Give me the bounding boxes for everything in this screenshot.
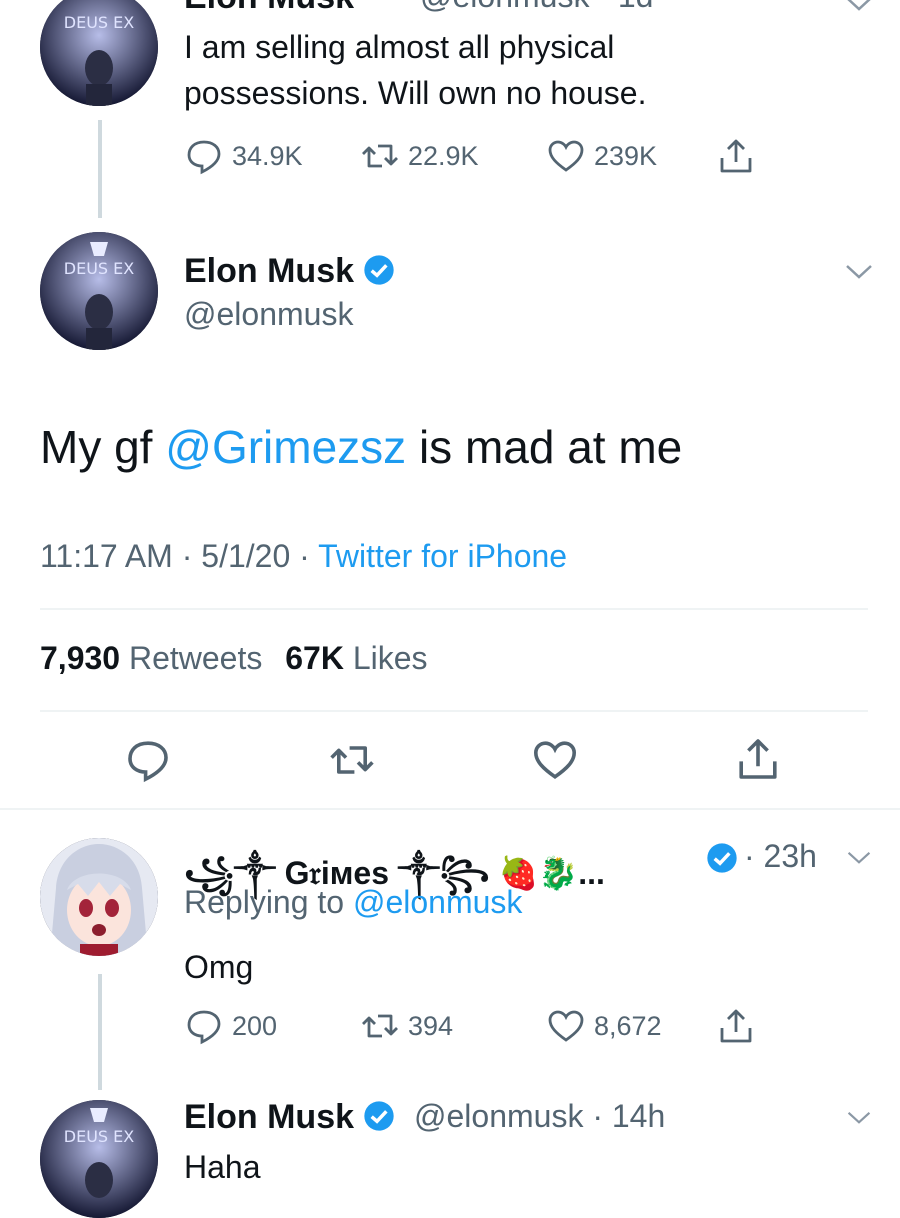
- retweet-button[interactable]: 22.9K: [360, 136, 479, 176]
- reply-author-name[interactable]: Elon Musk: [184, 1098, 395, 1137]
- retweet-icon: [362, 144, 398, 168]
- like-count: 239K: [594, 140, 658, 171]
- avatar-elon-main[interactable]: DEUS EX: [40, 232, 158, 350]
- verified-badge-icon: [364, 1101, 395, 1131]
- separator-dot: ·: [299, 538, 310, 574]
- heart-icon: [548, 140, 584, 172]
- retweet-button[interactable]: 394: [360, 1006, 453, 1046]
- heart-icon[interactable]: [530, 736, 580, 784]
- tweet-time: 11:17 AM: [40, 538, 173, 574]
- chevron-down-icon[interactable]: [844, 262, 874, 282]
- like-button[interactable]: 239K: [546, 136, 657, 176]
- author-name-text: Elon Musk: [184, 1098, 355, 1136]
- retweet-count: 22.9K: [408, 140, 479, 171]
- replying-to-handle[interactable]: @elonmusk: [353, 884, 522, 920]
- likes-count: 67K: [285, 640, 344, 676]
- retweets-stat[interactable]: 7,930 Retweets: [40, 640, 271, 676]
- grimes-reply-text: Omg: [184, 949, 254, 985]
- prev-tweet-author-name[interactable]: Elon Musk: [184, 0, 354, 17]
- chevron-down-icon[interactable]: [844, 0, 874, 14]
- svg-text:DEUS EX: DEUS EX: [64, 13, 134, 32]
- svg-text:DEUS EX: DEUS EX: [64, 1127, 134, 1146]
- separator-dot: ·: [181, 538, 193, 574]
- share-button[interactable]: [716, 1006, 756, 1046]
- main-tweet-text-after: is mad at me: [406, 421, 683, 473]
- prev-tweet-text-line2: possessions. Will own no house.: [184, 75, 647, 111]
- reply-button[interactable]: 34.9K: [184, 136, 303, 176]
- reply-count: 34.9K: [232, 140, 303, 171]
- verified-badge-icon: [707, 843, 737, 873]
- replying-to: Replying to @elonmusk: [184, 884, 522, 921]
- share-button[interactable]: [716, 136, 756, 176]
- likes-stat[interactable]: 67K Likes: [285, 640, 427, 676]
- prev-tweet-handle: @elonmusk · 1d: [420, 0, 653, 15]
- chevron-down-icon[interactable]: [846, 1108, 872, 1128]
- avatar-elon-reply[interactable]: DEUS EX: [40, 1100, 158, 1218]
- thread-line-1: [98, 120, 102, 218]
- divider: [40, 710, 868, 712]
- reply-icon[interactable]: [124, 736, 172, 784]
- share-icon: [720, 1009, 752, 1043]
- like-button[interactable]: 8,672: [546, 1006, 662, 1046]
- divider: [40, 608, 868, 610]
- chevron-down-icon[interactable]: [846, 848, 872, 868]
- main-tweet-author-name[interactable]: Elon Musk: [184, 252, 395, 291]
- reply-handle-time: @elonmusk · 14h: [414, 1098, 666, 1134]
- likes-label: Likes: [352, 640, 428, 676]
- reply-button[interactable]: 200: [184, 1006, 277, 1046]
- tweet-timestamp-row: 11:17 AM · 5/1/20 · Twitter for iPhone: [40, 538, 567, 575]
- mention-link[interactable]: @Grimezsz: [165, 421, 406, 473]
- svg-text:DEUS EX: DEUS EX: [64, 259, 134, 278]
- retweets-count: 7,930: [40, 640, 121, 676]
- reply-icon: [187, 140, 221, 175]
- thread-line-2: [98, 974, 102, 1090]
- main-tweet-text: My gf @Grimezsz is mad at me: [40, 420, 682, 474]
- reply-icon: [187, 1010, 221, 1045]
- main-tweet-text-before: My gf: [40, 421, 166, 473]
- main-tweet-handle[interactable]: @elonmusk: [184, 296, 353, 333]
- divider: [0, 808, 900, 810]
- prev-tweet-text-line1: I am selling almost all physical: [184, 29, 615, 65]
- tweet-date: 5/1/20: [201, 538, 291, 574]
- reply-count: 200: [232, 1010, 278, 1041]
- elon-reply-text: Haha: [184, 1149, 261, 1185]
- retweets-label: Retweets: [128, 640, 263, 676]
- author-name-text: Elon Musk: [184, 252, 355, 290]
- tweet-source-link[interactable]: Twitter for iPhone: [318, 538, 567, 574]
- retweet-icon: [362, 1014, 398, 1038]
- avatar-grimes[interactable]: [40, 838, 158, 956]
- engagement-stats: 7,930 Retweets 67K Likes: [40, 640, 428, 677]
- share-icon: [720, 139, 752, 173]
- retweet-count: 394: [408, 1010, 454, 1041]
- grimes-timestamp: · 23h: [744, 838, 817, 874]
- avatar-elon[interactable]: DEUS EX: [40, 0, 158, 106]
- heart-icon: [548, 1010, 584, 1042]
- share-icon[interactable]: [734, 734, 782, 784]
- retweet-icon[interactable]: [326, 736, 378, 784]
- replying-to-prefix: Replying to: [184, 884, 353, 920]
- like-count: 8,672: [594, 1010, 662, 1041]
- verified-badge-icon: [364, 255, 395, 285]
